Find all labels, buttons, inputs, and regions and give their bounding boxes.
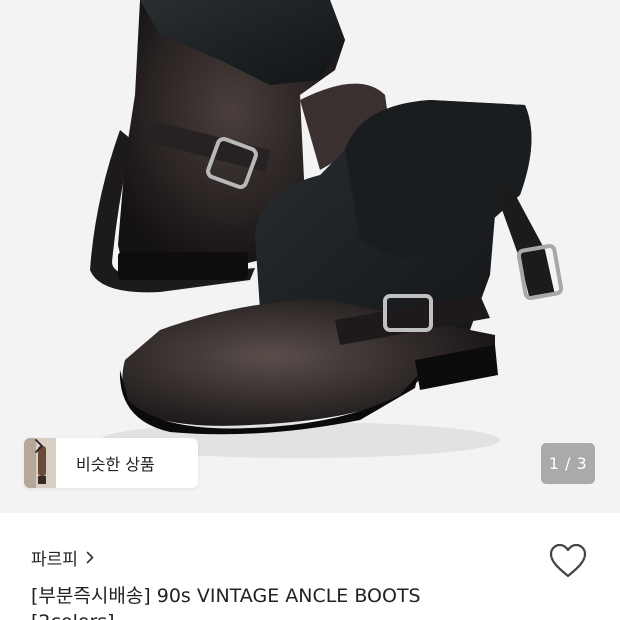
boots-photo bbox=[0, 0, 620, 513]
carousel-page-indicator: 1 / 3 bbox=[541, 443, 595, 484]
product-title: [부분즉시배송] 90s VINTAGE ANCLE BOOTS [2color… bbox=[31, 583, 511, 620]
brand-name: 파르피 bbox=[31, 550, 78, 570]
similar-products-button[interactable]: 비슷한 상품 bbox=[24, 438, 198, 488]
heart-outline-icon[interactable] bbox=[549, 543, 587, 579]
product-image-carousel[interactable]: 비슷한 상품 1 / 3 bbox=[0, 0, 620, 513]
chevron-right-icon bbox=[35, 439, 43, 453]
product-title-line1: [부분즉시배송] 90s VINTAGE ANCLE BOOTS bbox=[31, 585, 421, 607]
brand-link[interactable]: 파르피 bbox=[31, 545, 94, 570]
similar-products-label: 비슷한 상품 bbox=[76, 455, 155, 474]
chevron-right-icon bbox=[86, 551, 94, 564]
product-title-line2: [2colors] bbox=[31, 609, 511, 620]
product-info-section: 파르피 [부분즉시배송] 90s VINTAGE ANCLE BOOTS [2c… bbox=[0, 513, 620, 620]
